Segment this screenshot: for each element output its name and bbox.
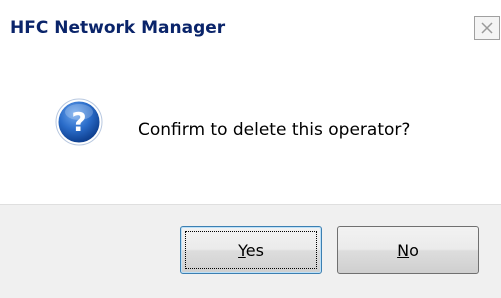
no-label-rest: o (409, 240, 419, 260)
title-bar: HFC Network Manager (0, 0, 501, 64)
close-button[interactable] (474, 16, 500, 40)
yes-label-rest: es (245, 240, 264, 260)
confirm-message: Confirm to delete this operator? (138, 120, 411, 140)
close-icon (481, 22, 493, 34)
no-button[interactable]: No (337, 226, 479, 274)
yes-mnemonic: Y (238, 240, 246, 260)
window-title: HFC Network Manager (10, 18, 226, 38)
svg-text:?: ? (71, 108, 86, 138)
no-button-label: No (397, 241, 419, 260)
yes-button[interactable]: Yes (180, 226, 322, 274)
yes-button-label: Yes (238, 241, 264, 260)
no-mnemonic: N (397, 240, 410, 260)
question-icon: ? (55, 98, 103, 146)
